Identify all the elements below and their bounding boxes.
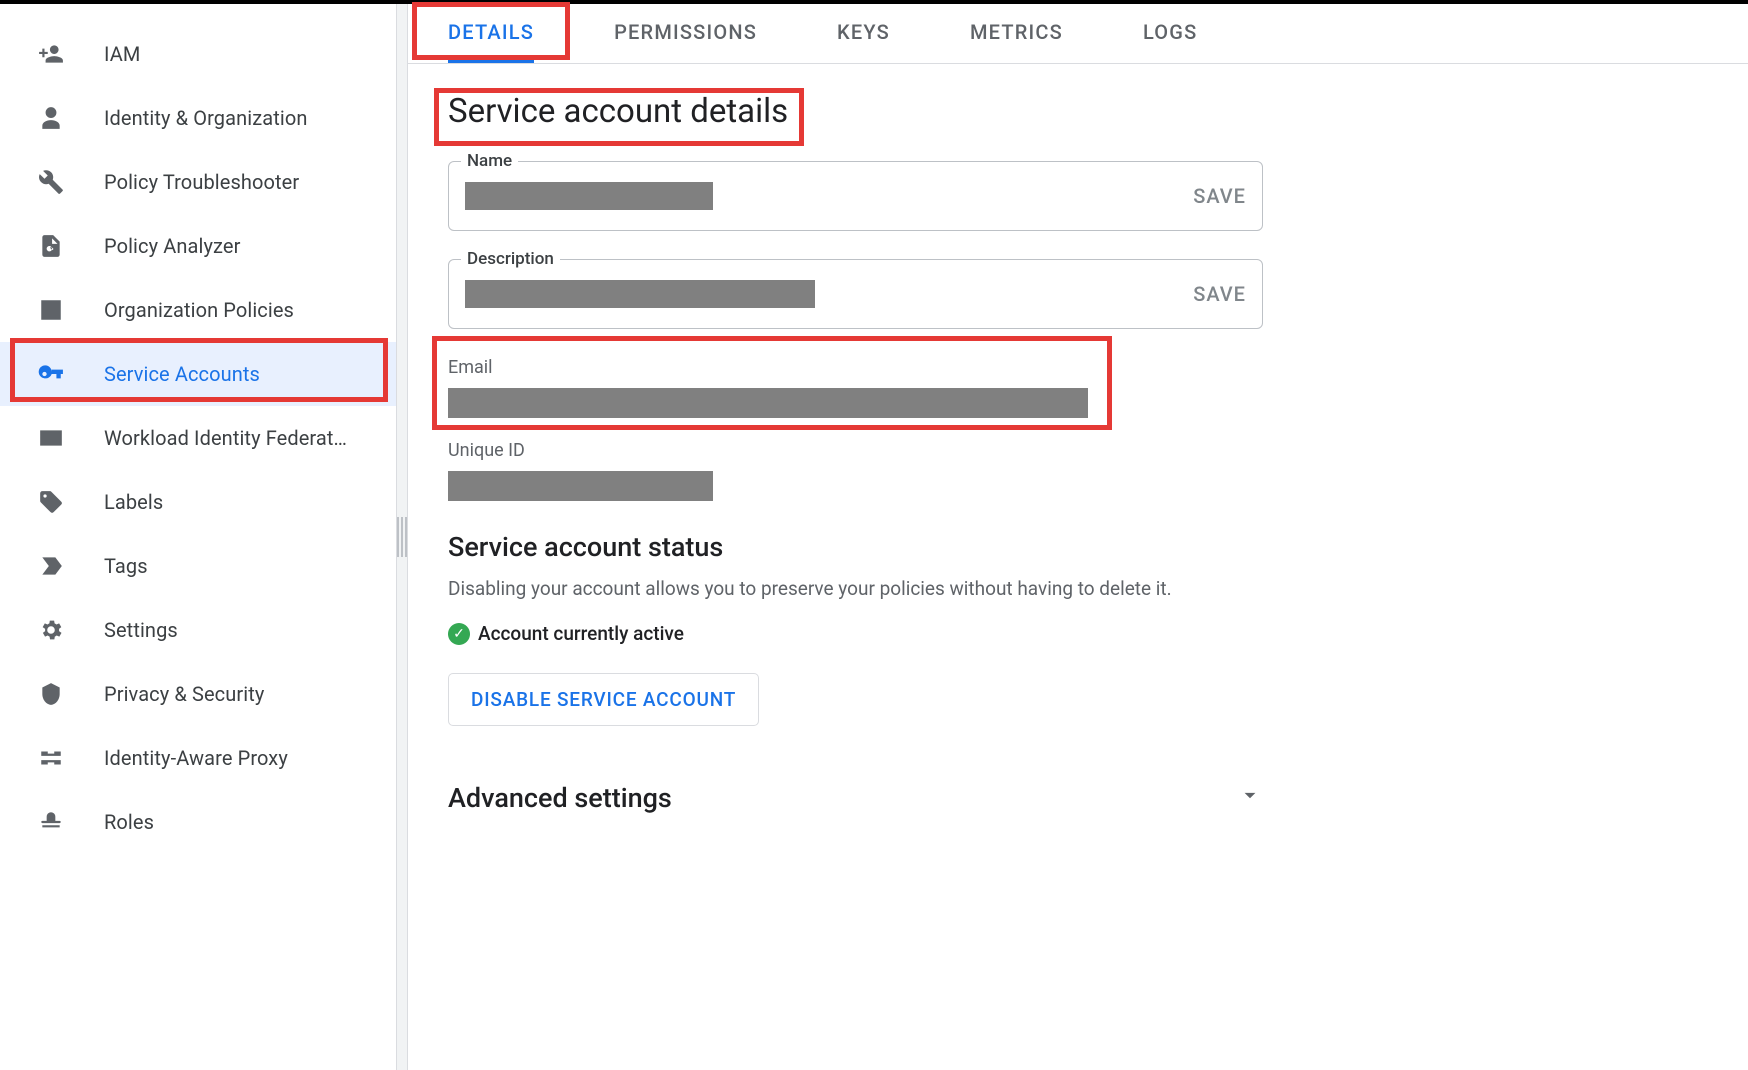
- unique-id-field: Unique ID: [448, 440, 1708, 501]
- tab-details[interactable]: DETAILS: [448, 4, 534, 63]
- sidebar-item-roles[interactable]: Roles: [0, 790, 396, 854]
- key-badge-icon: [38, 361, 64, 387]
- sidebar-item-label: Identity & Organization: [104, 106, 307, 130]
- tab-permissions[interactable]: PERMISSIONS: [614, 4, 757, 63]
- gear-icon: [38, 617, 64, 643]
- sidebar-item-label: Labels: [104, 490, 163, 514]
- unique-id-redacted-value: [448, 471, 713, 501]
- doc-search-icon: [38, 233, 64, 259]
- disable-service-account-button[interactable]: DISABLE SERVICE ACCOUNT: [448, 673, 759, 726]
- status-active-row: ✓ Account currently active: [448, 622, 1708, 645]
- sidebar-item-labels[interactable]: Labels: [0, 470, 396, 534]
- proxy-icon: [38, 745, 64, 771]
- sidebar-item-policy-troubleshooter[interactable]: Policy Troubleshooter: [0, 150, 396, 214]
- sidebar-item-label: Policy Analyzer: [104, 234, 240, 258]
- wrench-icon: [38, 169, 64, 195]
- sidebar-item-label: Identity-Aware Proxy: [104, 746, 288, 770]
- id-card-icon: [38, 425, 64, 451]
- sidebar-item-label: Roles: [104, 810, 154, 834]
- tab-metrics[interactable]: METRICS: [970, 4, 1063, 63]
- sidebar-item-org-policies[interactable]: Organization Policies: [0, 278, 396, 342]
- sidebar-item-settings[interactable]: Settings: [0, 598, 396, 662]
- hat-icon: [38, 809, 64, 835]
- sidebar-item-label: Privacy & Security: [104, 682, 264, 706]
- sidebar-item-label: IAM: [104, 42, 140, 66]
- sidebar-item-label: Organization Policies: [104, 298, 294, 322]
- sidebar-item-label: Policy Troubleshooter: [104, 170, 299, 194]
- sidebar-item-policy-analyzer[interactable]: Policy Analyzer: [0, 214, 396, 278]
- bookmark-icon: [38, 553, 64, 579]
- sidebar-item-service-accounts[interactable]: Service Accounts: [0, 342, 396, 406]
- status-active-text: Account currently active: [478, 622, 684, 645]
- sidebar-item-iam[interactable]: IAM: [0, 22, 396, 86]
- name-redacted-value: [465, 182, 713, 210]
- description-redacted-value: [465, 280, 815, 308]
- chevron-down-icon: [1237, 782, 1263, 814]
- sidebar-item-identity-org[interactable]: Identity & Organization: [0, 86, 396, 150]
- tab-bar: DETAILS PERMISSIONS KEYS METRICS LOGS: [408, 4, 1748, 64]
- description-field[interactable]: Description SAVE: [448, 259, 1263, 329]
- tab-logs[interactable]: LOGS: [1143, 4, 1197, 63]
- sidebar-item-workload-identity[interactable]: Workload Identity Federat…: [0, 406, 396, 470]
- pane-resize-handle[interactable]: [396, 4, 408, 1070]
- sidebar-item-label: Workload Identity Federat…: [104, 426, 347, 450]
- name-save-button[interactable]: SAVE: [1193, 184, 1246, 208]
- tag-icon: [38, 489, 64, 515]
- email-label: Email: [448, 357, 1708, 378]
- description-save-button[interactable]: SAVE: [1193, 282, 1246, 306]
- email-redacted-value: [448, 388, 1088, 418]
- advanced-settings-toggle[interactable]: Advanced settings: [448, 782, 1263, 814]
- name-field[interactable]: Name SAVE: [448, 161, 1263, 231]
- status-heading: Service account status: [448, 531, 1708, 563]
- sidebar-item-privacy-security[interactable]: Privacy & Security: [0, 662, 396, 726]
- sidebar: IAM Identity & Organization Policy Troub…: [0, 4, 396, 1070]
- unique-id-label: Unique ID: [448, 440, 1708, 461]
- email-field: Email: [448, 357, 1708, 418]
- list-box-icon: [38, 297, 64, 323]
- page-title: Service account details: [448, 92, 788, 131]
- advanced-settings-heading: Advanced settings: [448, 782, 672, 814]
- main-content: DETAILS PERMISSIONS KEYS METRICS LOGS Se…: [408, 4, 1748, 1070]
- sidebar-item-label: Settings: [104, 618, 178, 642]
- name-field-label: Name: [461, 151, 518, 171]
- sidebar-item-label: Service Accounts: [104, 362, 260, 386]
- status-hint: Disabling your account allows you to pre…: [448, 577, 1708, 600]
- sidebar-item-tags[interactable]: Tags: [0, 534, 396, 598]
- iam-icon: [38, 41, 64, 67]
- tab-keys[interactable]: KEYS: [837, 4, 890, 63]
- sidebar-item-iap[interactable]: Identity-Aware Proxy: [0, 726, 396, 790]
- person-icon: [38, 105, 64, 131]
- check-circle-icon: ✓: [448, 623, 470, 645]
- description-field-label: Description: [461, 249, 560, 269]
- sidebar-item-label: Tags: [104, 554, 148, 578]
- shield-icon: [38, 681, 64, 707]
